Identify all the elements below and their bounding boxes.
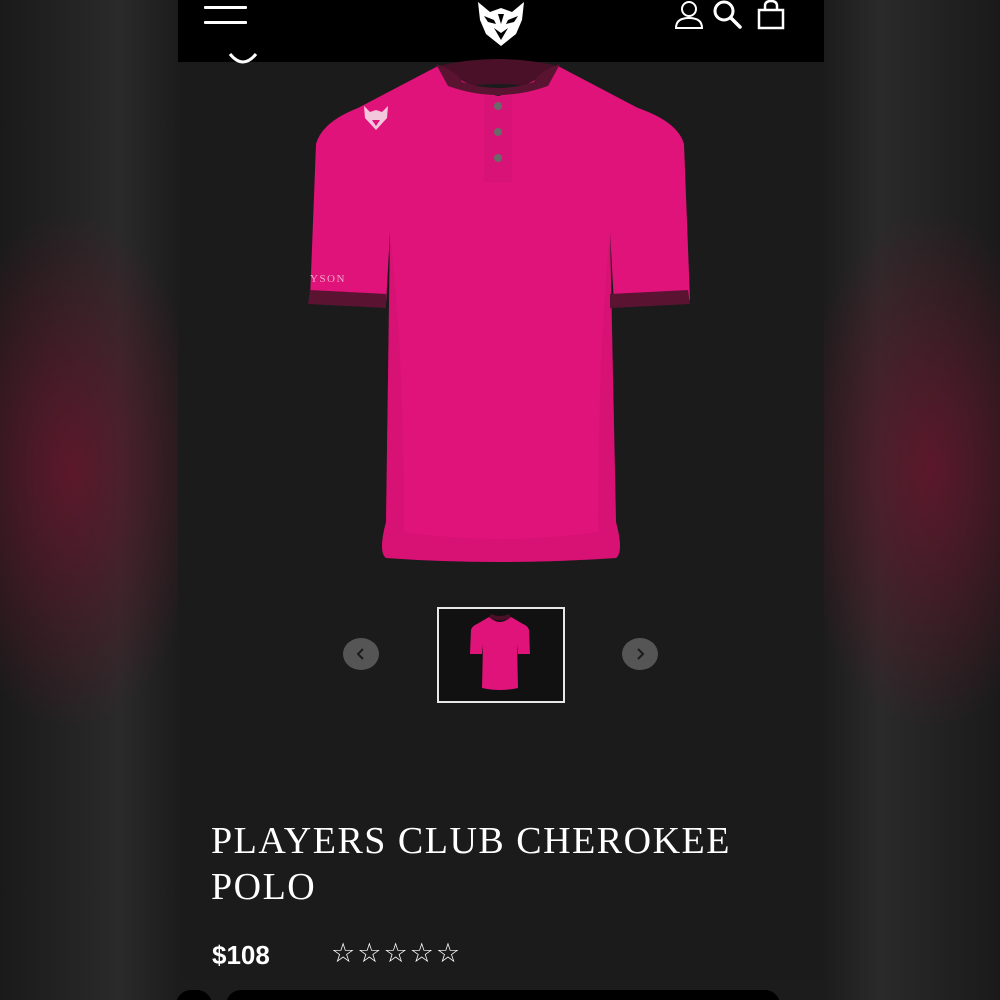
carousel-indicator-icon: [228, 53, 258, 64]
product-price: $108: [212, 940, 270, 970]
shopping-bag-icon[interactable]: [754, 0, 788, 32]
hamburger-menu-icon[interactable]: [204, 6, 248, 26]
gallery-next-button[interactable]: [622, 638, 658, 670]
gallery-prev-button[interactable]: [343, 638, 379, 670]
wolf-logo-icon[interactable]: [472, 0, 530, 48]
search-icon[interactable]: [710, 0, 744, 32]
chevron-left-icon: [356, 648, 364, 660]
person-icon[interactable]: [672, 0, 706, 32]
product-page: YSON PLAYERS CLUB CHEROKEE POLO $108 ☆ ☆…: [178, 0, 824, 978]
thumbnail-polo-image: [470, 614, 530, 690]
product-title: PLAYERS CLUB CHEROKEE POLO: [211, 820, 731, 908]
star-5-icon[interactable]: ☆: [436, 938, 460, 970]
star-2-icon[interactable]: ☆: [357, 938, 381, 970]
star-4-icon[interactable]: ☆: [410, 938, 434, 970]
product-main-image[interactable]: YSON: [298, 52, 698, 572]
star-rating[interactable]: ☆ ☆ ☆ ☆ ☆: [331, 938, 460, 970]
bottom-action-bar[interactable]: [226, 990, 780, 1000]
star-1-icon[interactable]: ☆: [331, 938, 355, 970]
gallery-thumbnail[interactable]: [437, 607, 565, 703]
chevron-right-icon: [637, 648, 645, 660]
sleeve-text: YSON: [310, 273, 346, 285]
star-3-icon[interactable]: ☆: [383, 938, 407, 970]
